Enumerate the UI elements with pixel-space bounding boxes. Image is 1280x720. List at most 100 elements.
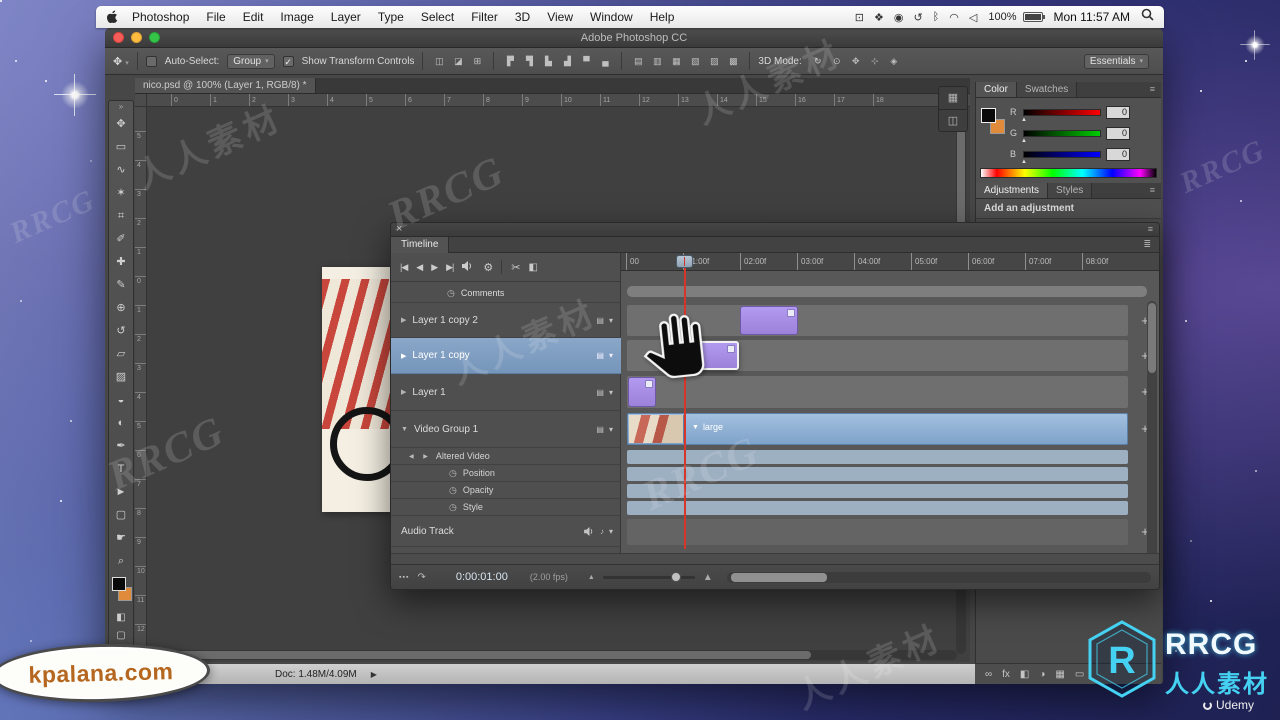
transport-button[interactable]: ▶ [431, 262, 438, 273]
guide-icon[interactable]: ◪ [450, 54, 466, 69]
track-filter-icon[interactable]: ▤ [596, 351, 604, 360]
timeline-zoom-slider[interactable] [602, 571, 695, 582]
volume-icon[interactable]: ◁ [969, 11, 977, 24]
track-filter-icon[interactable]: ▤ [596, 425, 604, 434]
panel-menu-icon[interactable]: ≡ [1144, 183, 1161, 198]
align-icon[interactable]: ▄ [597, 54, 613, 69]
menu-item[interactable]: Help [650, 10, 675, 24]
align-icon[interactable]: ▟ [559, 54, 575, 69]
track-dropdown-icon[interactable]: ▾ [609, 527, 613, 536]
move-tool-options-icon[interactable]: ✥ ▾ [113, 55, 129, 68]
disclosure-triangle-icon[interactable]: ▼ [692, 424, 699, 431]
color-swatch-control[interactable] [109, 575, 133, 609]
horizontal-ruler[interactable]: 0 1 2 3 4 5 6 7 8 9 10 11 12 13 14 15 16 17 18 [135, 94, 970, 107]
distribute-icon[interactable]: ▩ [725, 54, 741, 69]
3d-mode-icon[interactable]: ✥ [848, 54, 864, 69]
track-label[interactable]: Layer 1 [412, 387, 445, 398]
foreground-color-swatch[interactable] [981, 108, 996, 123]
menu-item[interactable]: File [206, 10, 225, 24]
eraser-tool[interactable]: ▱ [109, 343, 133, 366]
new-group-icon[interactable]: ▦ [1055, 669, 1064, 680]
menu-item[interactable]: Select [421, 10, 454, 24]
track-label[interactable]: Video Group 1 [414, 424, 478, 435]
video-clip[interactable] [740, 306, 798, 335]
color-spectrum-ramp[interactable] [980, 168, 1157, 178]
green-value[interactable]: 0 [1106, 126, 1130, 140]
timeline-ruler[interactable]: 00 01:00f 02:00f 03:00f 04:00f 05:00f 06:00f 07… [621, 253, 1159, 271]
property-lane[interactable] [627, 450, 1128, 464]
track-dropdown-icon[interactable]: ▾ [609, 316, 613, 325]
auto-select-dropdown[interactable]: Group ▾ [227, 53, 275, 69]
audio-track-row[interactable]: Audio Track ♪ ▾ [391, 516, 621, 547]
split-clip-icon[interactable]: ✂ [511, 261, 520, 274]
comments-track-row[interactable]: ◷ Comments [391, 284, 621, 303]
pen-tool[interactable]: ✒ [109, 435, 133, 458]
track-dropdown-icon[interactable]: ▾ [609, 351, 613, 360]
layer-effects-icon[interactable]: fx [1002, 669, 1010, 680]
align-icon[interactable]: ▀ [578, 54, 594, 69]
property-lane[interactable] [627, 501, 1128, 515]
workspace-switcher[interactable]: Essentials ▾ [1083, 53, 1149, 69]
delete-layer-icon[interactable]: ▭ [1075, 669, 1084, 680]
transport-button[interactable]: ▶| [446, 262, 454, 273]
vertical-ruler[interactable]: 54321012345678910111213 [135, 107, 147, 662]
video-group-bar[interactable]: ▼ large [627, 413, 1128, 445]
3d-mode-icon[interactable]: ◈ [886, 54, 902, 69]
track-lane[interactable] [627, 376, 1128, 408]
mute-audio-icon[interactable] [462, 261, 474, 273]
timeline-panel-header[interactable]: × ≡ [391, 223, 1159, 237]
blue-slider[interactable]: ▲ [1021, 150, 1101, 165]
disclosure-triangle-icon[interactable]: ▶ [401, 352, 406, 360]
dropbox-icon[interactable]: ❖ [874, 11, 884, 24]
menu-item[interactable]: Layer [331, 10, 361, 24]
stopwatch-icon[interactable]: ◷ [449, 485, 457, 496]
track-label[interactable]: Audio Track [401, 526, 454, 537]
tab-adjustments[interactable]: Adjustments [976, 183, 1049, 198]
distribute-icon[interactable]: ▥ [649, 54, 665, 69]
layer-track-row[interactable]: ▶ Layer 1 ▤ ▾ [391, 374, 621, 411]
timeline-track-area[interactable]: 00 01:00f 02:00f 03:00f 04:00f 05:00f 06:00f 07… [621, 253, 1159, 553]
distribute-icon[interactable]: ▦ [668, 54, 684, 69]
panel-close-icon[interactable]: × [396, 223, 402, 236]
blue-value[interactable]: 0 [1106, 147, 1130, 161]
gradient-tool[interactable]: ▨ [109, 366, 133, 389]
align-icon[interactable]: ▛ [502, 54, 518, 69]
menu-item[interactable]: Image [280, 10, 313, 24]
canvas-horizontal-scrollbar[interactable] [137, 650, 957, 660]
red-value[interactable]: 0 [1106, 105, 1130, 119]
lasso-tool[interactable]: ∿ [109, 159, 133, 182]
history-brush-tool[interactable]: ↺ [109, 320, 133, 343]
align-icon[interactable]: ▜ [521, 54, 537, 69]
playhead-handle[interactable] [676, 255, 693, 268]
tab-color[interactable]: Color [976, 82, 1017, 97]
stopwatch-icon[interactable]: ◷ [449, 468, 457, 479]
blur-tool[interactable]: ◒ [109, 389, 133, 412]
panel-menu-icon[interactable]: ≡ [1144, 82, 1161, 97]
guide-icon[interactable]: ⊞ [469, 54, 485, 69]
dodge-tool[interactable]: ◐ [109, 412, 133, 435]
quick-mask-icon[interactable]: ◧ [116, 609, 125, 627]
guide-icon[interactable]: ◫ [431, 54, 447, 69]
3d-mode-icon[interactable]: ⊙ [829, 54, 845, 69]
track-filter-icon[interactable]: ▤ [596, 388, 604, 397]
render-video-icon[interactable]: ↷ [417, 572, 425, 583]
auto-select-checkbox[interactable] [145, 55, 157, 67]
speaker-icon[interactable] [584, 526, 595, 536]
move-tool[interactable]: ✥ [109, 113, 133, 136]
frame-view-icon[interactable]: ▪▪▪ [399, 574, 409, 581]
close-button[interactable] [113, 32, 124, 43]
layer-track-row-selected[interactable]: ▶ Layer 1 copy ▤ ▾ [391, 338, 621, 374]
bluetooth-icon[interactable]: ᛒ [933, 11, 940, 23]
zoom-out-icon[interactable]: ▲ [588, 574, 595, 581]
layer-mask-icon[interactable]: ◧ [1020, 669, 1029, 680]
add-adjustment-row[interactable]: Add an adjustment [976, 199, 1161, 219]
type-tool[interactable]: T [109, 458, 133, 481]
ruler-origin[interactable] [135, 94, 147, 107]
transport-button[interactable]: ◀ [416, 262, 423, 273]
track-label[interactable]: Layer 1 copy 2 [412, 315, 478, 326]
menubar-clock[interactable]: Mon 11:57 AM [1054, 10, 1131, 24]
hand-tool[interactable]: ☛ [109, 527, 133, 550]
screen-record-icon[interactable]: ◉ [894, 11, 904, 24]
property-lane[interactable] [627, 467, 1128, 481]
window-titlebar[interactable]: Adobe Photoshop CC [105, 28, 1163, 48]
